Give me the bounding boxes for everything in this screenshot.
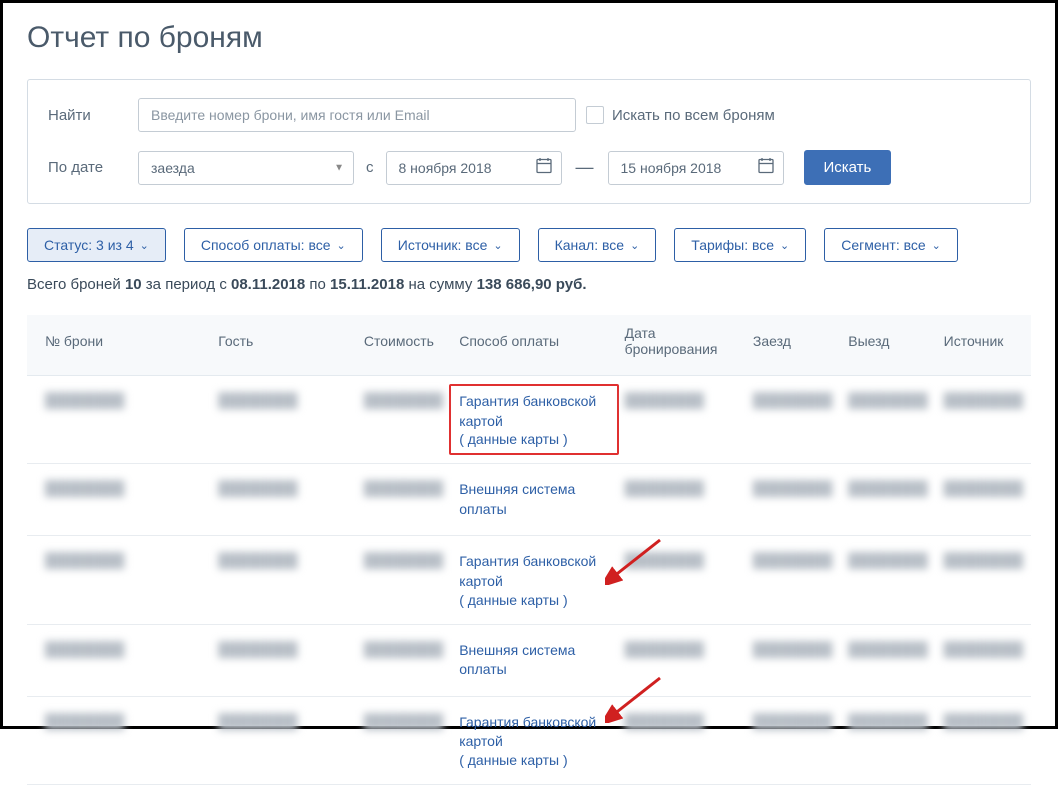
- chevron-down-icon: ⌄: [140, 239, 149, 252]
- redacted-text: ████████: [753, 392, 832, 408]
- chevron-down-icon: ⌄: [493, 239, 502, 252]
- filter-source-label: Источник: все: [398, 237, 488, 253]
- payment-method-text: Гарантия банковской картой: [459, 392, 608, 431]
- page-title: Отчет по броням: [27, 21, 1031, 55]
- redacted-text: ████████: [848, 552, 927, 568]
- table-row[interactable]: ████████ ████████ ████████ Гарантия банковс…: [27, 376, 1031, 464]
- col-checkin[interactable]: Заезд: [745, 315, 840, 376]
- card-data-link[interactable]: ( данные карты ): [459, 592, 608, 608]
- redacted-text: ████████: [625, 480, 704, 496]
- redacted-text: ████████: [753, 552, 832, 568]
- redacted-text: ████████: [364, 641, 443, 657]
- redacted-text: ████████: [848, 713, 927, 729]
- redacted-text: ████████: [218, 552, 297, 568]
- filter-rates-label: Тарифы: все: [691, 237, 774, 253]
- annotation-arrow-icon: [605, 673, 665, 723]
- card-data-link[interactable]: ( данные карты ): [459, 431, 608, 447]
- filters-bar: Статус: 3 из 4 ⌄ Способ оплаты: все ⌄ Ис…: [27, 228, 1031, 262]
- search-input[interactable]: [138, 98, 576, 132]
- redacted-text: ████████: [218, 641, 297, 657]
- col-checkout[interactable]: Выезд: [840, 315, 935, 376]
- redacted-text: ████████: [753, 713, 832, 729]
- redacted-text: ████████: [625, 392, 704, 408]
- card-data-link[interactable]: ( данные карты ): [459, 752, 608, 768]
- payment-method-text: Гарантия банковской картой: [459, 552, 608, 591]
- date-dash: —: [576, 157, 594, 178]
- table-row[interactable]: ████████ ████████ ████████ Внешняя система …: [27, 464, 1031, 536]
- chevron-down-icon: ⌄: [630, 239, 639, 252]
- chevron-down-icon: ⌄: [780, 239, 789, 252]
- table-row[interactable]: ████████ ████████ ████████ Гарантия банковс…: [27, 536, 1031, 624]
- redacted-text: ████████: [848, 480, 927, 496]
- payment-method-text: Внешняя система оплаты: [459, 480, 608, 519]
- chevron-down-icon: ⌄: [932, 239, 941, 252]
- filter-rates[interactable]: Тарифы: все ⌄: [674, 228, 806, 262]
- chevron-down-icon: ⌄: [337, 239, 346, 252]
- search-all-checkbox[interactable]: [586, 106, 604, 124]
- find-label: Найти: [48, 107, 138, 124]
- redacted-text: ████████: [364, 480, 443, 496]
- redacted-text: ████████: [218, 480, 297, 496]
- search-all-label: Искать по всем броням: [612, 107, 775, 124]
- redacted-text: ████████: [45, 480, 124, 496]
- redacted-text: ████████: [364, 552, 443, 568]
- filter-channel[interactable]: Канал: все ⌄: [538, 228, 657, 262]
- redacted-text: ████████: [944, 392, 1023, 408]
- redacted-text: ████████: [944, 713, 1023, 729]
- col-source[interactable]: Источник: [936, 315, 1031, 376]
- calendar-icon[interactable]: [758, 157, 774, 178]
- col-cost[interactable]: Стоимость: [356, 315, 451, 376]
- payment-method-text: Гарантия банковской картой: [459, 713, 608, 752]
- redacted-text: ████████: [45, 392, 124, 408]
- redacted-text: ████████: [45, 552, 124, 568]
- redacted-text: ████████: [848, 392, 927, 408]
- filter-channel-label: Канал: все: [555, 237, 624, 253]
- redacted-text: ████████: [218, 713, 297, 729]
- col-booking-date[interactable]: Дата бронирования: [617, 315, 745, 376]
- redacted-text: ████████: [364, 713, 443, 729]
- redacted-text: ████████: [45, 641, 124, 657]
- filter-payment[interactable]: Способ оплаты: все ⌄: [184, 228, 363, 262]
- summary-line: Всего броней 10 за период с 08.11.2018 п…: [27, 276, 1031, 293]
- redacted-text: ████████: [848, 641, 927, 657]
- date-type-select[interactable]: заезда: [138, 151, 354, 185]
- by-date-label: По дате: [48, 159, 138, 176]
- table-row[interactable]: ████████ ████████ ████████ Гарантия банковс…: [27, 696, 1031, 784]
- filter-segment[interactable]: Сегмент: все ⌄: [824, 228, 958, 262]
- search-panel: Найти Искать по всем броням По дате заез…: [27, 79, 1031, 204]
- col-guest[interactable]: Гость: [210, 315, 356, 376]
- redacted-text: ████████: [753, 641, 832, 657]
- table-row[interactable]: ████████ ████████ ████████ Внешняя система …: [27, 624, 1031, 696]
- annotation-arrow-icon: [605, 535, 665, 585]
- redacted-text: ████████: [45, 713, 124, 729]
- redacted-text: ████████: [944, 641, 1023, 657]
- payment-method-text: Внешняя система оплаты: [459, 641, 608, 680]
- redacted-text: ████████: [218, 392, 297, 408]
- redacted-text: ████████: [364, 392, 443, 408]
- filter-segment-label: Сегмент: все: [841, 237, 925, 253]
- from-separator: с: [366, 159, 374, 176]
- redacted-text: ████████: [944, 552, 1023, 568]
- calendar-icon[interactable]: [536, 157, 552, 178]
- filter-payment-label: Способ оплаты: все: [201, 237, 331, 253]
- redacted-text: ████████: [753, 480, 832, 496]
- redacted-text: ████████: [944, 480, 1023, 496]
- redacted-text: ████████: [625, 641, 704, 657]
- col-payment[interactable]: Способ оплаты: [451, 315, 616, 376]
- bookings-table: № брони Гость Стоимость Способ оплаты Да…: [27, 315, 1031, 785]
- filter-status[interactable]: Статус: 3 из 4 ⌄: [27, 228, 166, 262]
- filter-status-label: Статус: 3 из 4: [44, 237, 134, 253]
- filter-source[interactable]: Источник: все ⌄: [381, 228, 520, 262]
- search-button[interactable]: Искать: [804, 150, 892, 185]
- col-booking-no[interactable]: № брони: [27, 315, 210, 376]
